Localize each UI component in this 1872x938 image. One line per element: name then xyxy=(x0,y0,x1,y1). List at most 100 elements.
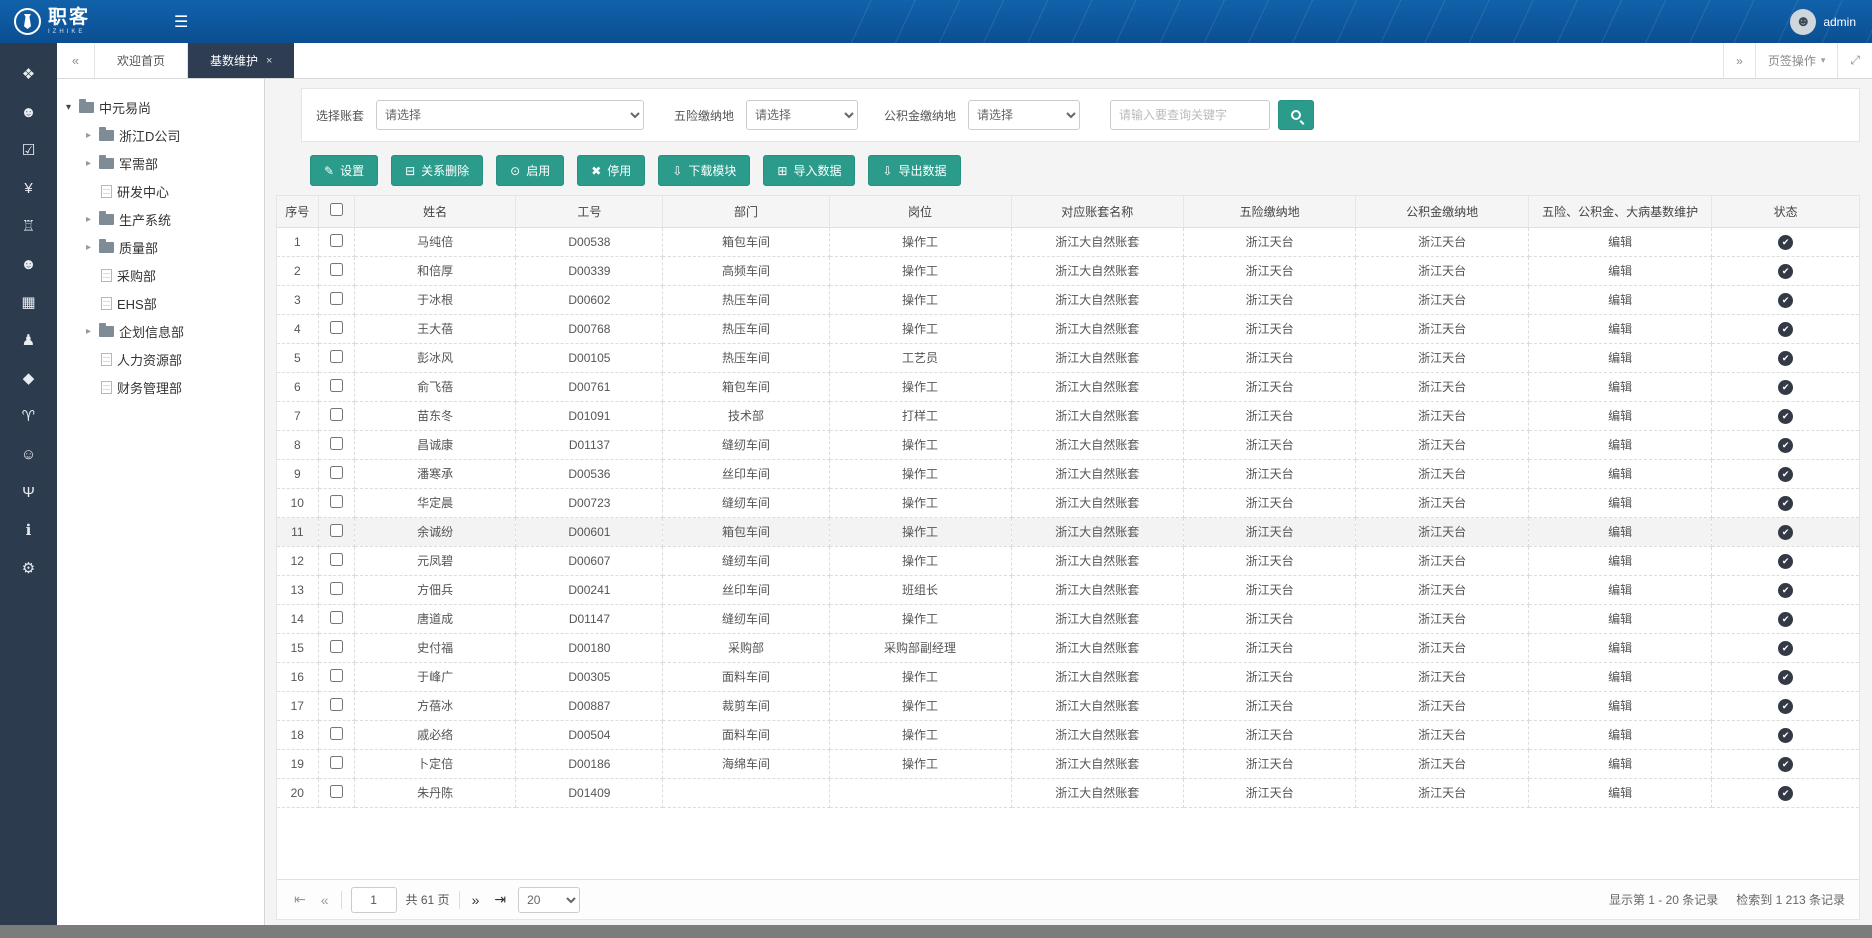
disable-button[interactable]: ✖停用 xyxy=(577,155,645,186)
enable-button[interactable]: ⊙启用 xyxy=(496,155,564,186)
tab-base-maintenance[interactable]: 基数维护 × xyxy=(188,43,294,78)
table-row: 20朱丹陈D01409浙江大自然账套浙江天台浙江天台编辑✔ xyxy=(277,778,1859,807)
edit-link[interactable]: 编辑 xyxy=(1608,409,1632,423)
row-checkbox[interactable] xyxy=(330,727,343,740)
insurance-place-select[interactable]: 请选择 xyxy=(746,100,858,130)
tree-caret-icon[interactable]: ▾ xyxy=(63,102,74,113)
edit-link[interactable]: 编辑 xyxy=(1608,641,1632,655)
select-all-checkbox[interactable] xyxy=(330,203,343,216)
edit-link[interactable]: 编辑 xyxy=(1608,496,1632,510)
tab-operations-dropdown[interactable]: 页签操作 ▾ xyxy=(1755,43,1838,78)
row-checkbox[interactable] xyxy=(330,292,343,305)
bank-icon[interactable]: ♖ xyxy=(22,219,35,234)
briefcase-icon[interactable]: ▦ xyxy=(21,295,35,310)
next-page-icon[interactable]: » xyxy=(469,892,483,908)
tree-item-4[interactable]: ▸生产系统 xyxy=(63,205,258,233)
child-icon[interactable]: ♈ xyxy=(22,409,35,424)
edit-link[interactable]: 编辑 xyxy=(1608,728,1632,742)
edit-link[interactable]: 编辑 xyxy=(1608,699,1632,713)
tree-item-0[interactable]: ▾中元易尚 xyxy=(63,93,258,121)
row-checkbox[interactable] xyxy=(330,350,343,363)
cubes-icon[interactable]: ❖ xyxy=(22,67,35,82)
tree-item-8[interactable]: ▸企划信息部 xyxy=(63,317,258,345)
hamburger-menu-icon[interactable]: ☰ xyxy=(174,12,188,32)
tree-item-3[interactable]: 研发中心 xyxy=(63,177,258,205)
account-select[interactable]: 请选择 xyxy=(376,100,644,130)
relation-delete-button[interactable]: ⊟关系删除 xyxy=(391,155,483,186)
row-checkbox[interactable] xyxy=(330,785,343,798)
tree-item-10[interactable]: 财务管理部 xyxy=(63,373,258,401)
row-checkbox[interactable] xyxy=(330,379,343,392)
edit-link[interactable]: 编辑 xyxy=(1608,757,1632,771)
user-icon[interactable]: ☺ xyxy=(21,447,36,462)
row-checkbox[interactable] xyxy=(330,640,343,653)
edit-link[interactable]: 编辑 xyxy=(1608,322,1632,336)
team-icon[interactable]: ☻ xyxy=(21,257,37,272)
tree-caret-icon[interactable]: ▸ xyxy=(83,326,94,337)
tab-scroll-left-icon[interactable]: « xyxy=(57,43,95,78)
row-checkbox[interactable] xyxy=(330,234,343,247)
search-input[interactable] xyxy=(1110,100,1270,130)
edit-link[interactable]: 编辑 xyxy=(1608,264,1632,278)
tree-item-2[interactable]: ▸军需部 xyxy=(63,149,258,177)
tree-item-1[interactable]: ▸浙江D公司 xyxy=(63,121,258,149)
edit-link[interactable]: 编辑 xyxy=(1608,380,1632,394)
prev-page-icon[interactable]: « xyxy=(318,892,332,908)
download-template-button[interactable]: ⇩下载模块 xyxy=(658,155,750,186)
last-page-icon[interactable]: ⇥ xyxy=(491,891,509,908)
tree-caret-icon[interactable]: ▸ xyxy=(83,242,94,253)
tree-item-6[interactable]: 采购部 xyxy=(63,261,258,289)
tree-item-5[interactable]: ▸质量部 xyxy=(63,233,258,261)
edit-link[interactable]: 编辑 xyxy=(1608,525,1632,539)
import-data-button[interactable]: ⊞导入数据 xyxy=(763,155,855,186)
edit-link[interactable]: 编辑 xyxy=(1608,670,1632,684)
tab-close-icon[interactable]: × xyxy=(266,55,272,67)
row-checkbox[interactable] xyxy=(330,495,343,508)
row-checkbox[interactable] xyxy=(330,408,343,421)
row-checkbox[interactable] xyxy=(330,553,343,566)
edit-link[interactable]: 编辑 xyxy=(1608,467,1632,481)
edit-link[interactable]: 编辑 xyxy=(1608,235,1632,249)
page-number-input[interactable] xyxy=(351,887,397,913)
edit-link[interactable]: 编辑 xyxy=(1608,351,1632,365)
row-checkbox[interactable] xyxy=(330,263,343,276)
page-size-select[interactable]: 20 xyxy=(518,887,580,913)
expand-icon[interactable]: ⤢ xyxy=(1837,43,1872,78)
row-checkbox[interactable] xyxy=(330,524,343,537)
edit-link[interactable]: 编辑 xyxy=(1608,612,1632,626)
tree-item-9[interactable]: 人力资源部 xyxy=(63,345,258,373)
search-button[interactable] xyxy=(1278,100,1314,130)
trophy-icon[interactable]: Ψ xyxy=(22,485,35,500)
row-checkbox[interactable] xyxy=(330,321,343,334)
edit-link[interactable]: 编辑 xyxy=(1608,554,1632,568)
tree-caret-icon[interactable]: ▸ xyxy=(83,130,94,141)
gears-icon[interactable]: ⚙ xyxy=(22,561,35,576)
edit-link[interactable]: 编辑 xyxy=(1608,438,1632,452)
row-checkbox[interactable] xyxy=(330,437,343,450)
edit-link[interactable]: 编辑 xyxy=(1608,786,1632,800)
tab-scroll-right-icon[interactable]: » xyxy=(1723,43,1755,78)
check-square-icon[interactable]: ☑ xyxy=(22,143,35,158)
row-checkbox[interactable] xyxy=(330,669,343,682)
export-data-button[interactable]: ⇩导出数据 xyxy=(868,155,960,186)
street-view-icon[interactable]: ♟ xyxy=(22,333,35,348)
tree-caret-icon[interactable]: ▸ xyxy=(83,214,94,225)
edit-link[interactable]: 编辑 xyxy=(1608,293,1632,307)
row-checkbox[interactable] xyxy=(330,466,343,479)
edit-link[interactable]: 编辑 xyxy=(1608,583,1632,597)
row-checkbox[interactable] xyxy=(330,756,343,769)
row-checkbox[interactable] xyxy=(330,698,343,711)
tree-caret-icon[interactable]: ▸ xyxy=(83,158,94,169)
first-page-icon[interactable]: ⇤ xyxy=(291,891,309,908)
users-icon[interactable]: ☻ xyxy=(21,105,37,120)
user-menu[interactable]: ☻ admin xyxy=(1790,9,1872,35)
info-icon[interactable]: ℹ xyxy=(26,523,32,538)
tree-item-7[interactable]: EHS部 xyxy=(63,289,258,317)
row-checkbox[interactable] xyxy=(330,611,343,624)
tab-welcome[interactable]: 欢迎首页 xyxy=(95,43,188,78)
graduation-cap-icon[interactable]: ◆ xyxy=(23,371,35,386)
settings-button[interactable]: ✎设置 xyxy=(310,155,378,186)
row-checkbox[interactable] xyxy=(330,582,343,595)
yen-icon[interactable]: ¥ xyxy=(24,181,32,196)
fund-place-select[interactable]: 请选择 xyxy=(968,100,1080,130)
